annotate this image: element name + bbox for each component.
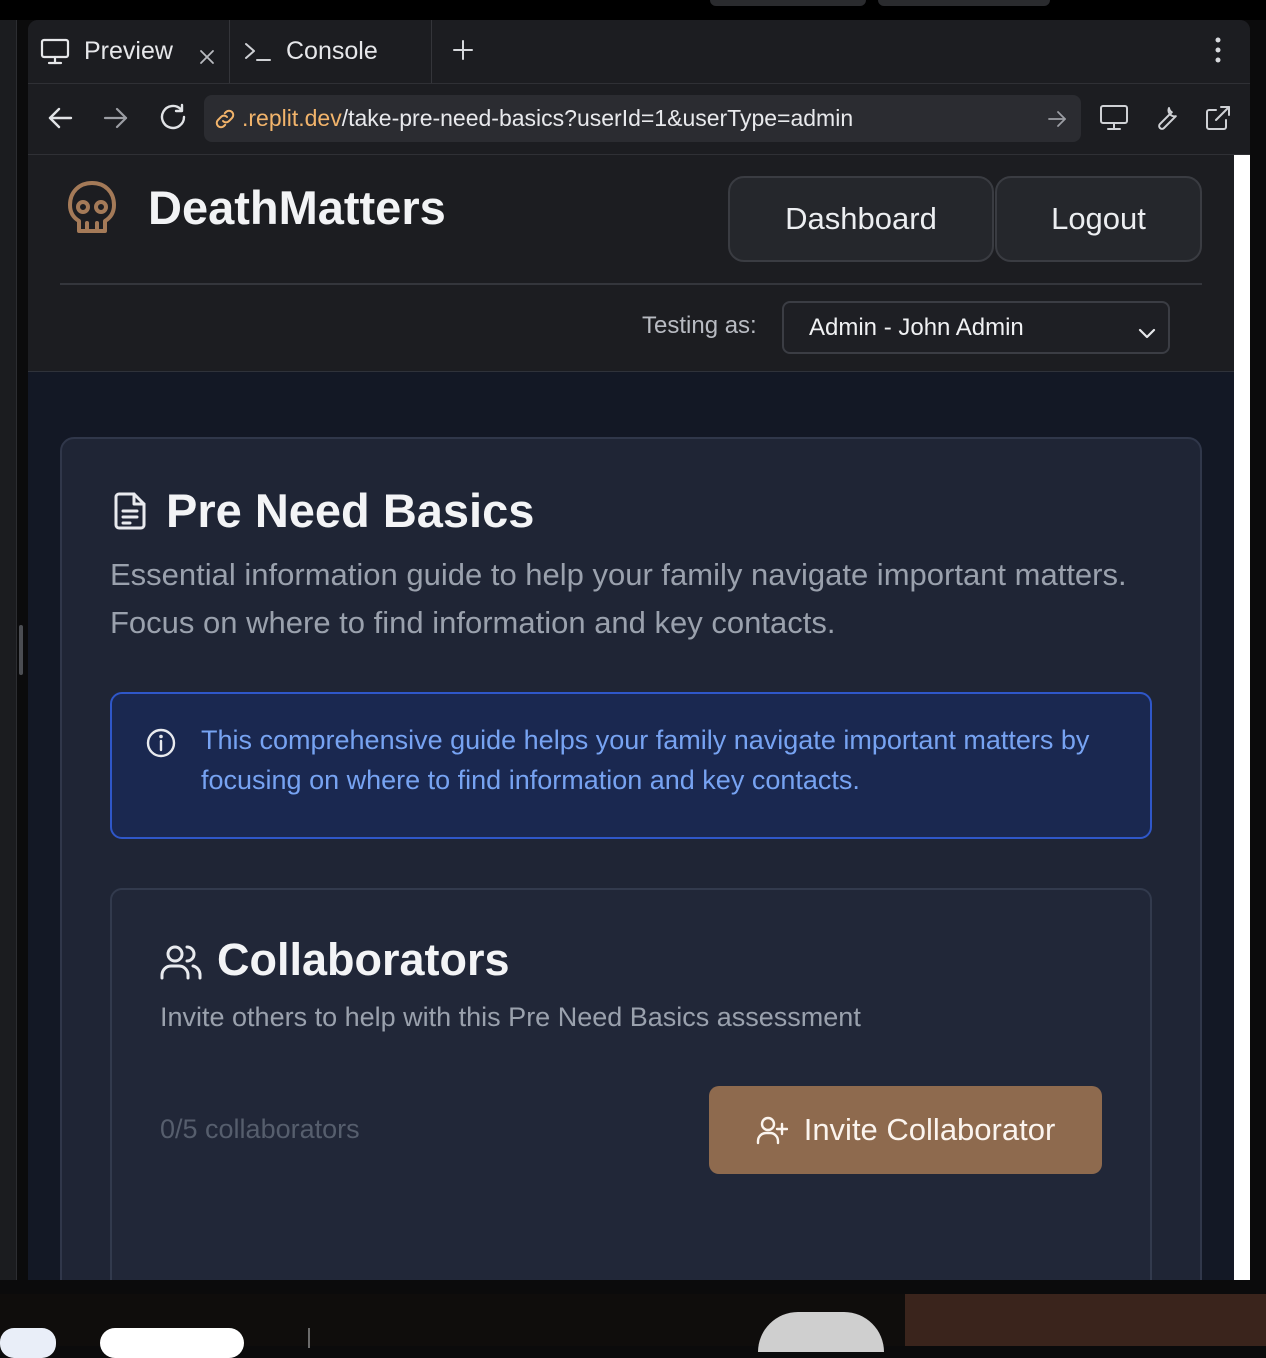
app-header: DeathMatters Dashboard Logout Testing as… bbox=[28, 155, 1234, 372]
test-user-select[interactable]: Admin - John Admin bbox=[782, 301, 1170, 354]
dashboard-button[interactable]: Dashboard bbox=[728, 176, 994, 262]
info-icon bbox=[145, 727, 177, 764]
reload-icon bbox=[158, 102, 188, 137]
pre-need-basics-card: Pre Need Basics Essential information gu… bbox=[60, 437, 1202, 1280]
more-vertical-icon bbox=[1215, 37, 1221, 68]
desktop-pill bbox=[878, 0, 1050, 6]
invite-collaborator-label: Invite Collaborator bbox=[803, 1112, 1056, 1147]
desktop-pill bbox=[710, 0, 866, 6]
page-description: Essential information guide to help your… bbox=[110, 557, 1127, 640]
arrow-right-icon bbox=[103, 106, 129, 135]
user-plus-icon bbox=[756, 1115, 788, 1145]
info-text: This comprehensive guide helps your fami… bbox=[201, 725, 1090, 795]
plus-icon bbox=[452, 39, 474, 66]
tab-console-label: Console bbox=[286, 37, 378, 65]
back-button[interactable] bbox=[44, 104, 76, 136]
trash-icon[interactable] bbox=[758, 1312, 884, 1352]
chevron-down-icon bbox=[1138, 319, 1156, 347]
forward-button[interactable] bbox=[100, 104, 132, 136]
external-link-icon bbox=[1204, 104, 1232, 137]
preview-viewport: DeathMatters Dashboard Logout Testing as… bbox=[28, 155, 1234, 1280]
viewport-scrollbar[interactable] bbox=[1234, 155, 1250, 1280]
go-arrow-icon[interactable] bbox=[1047, 108, 1067, 135]
users-icon bbox=[160, 942, 202, 987]
monitor-icon bbox=[40, 38, 70, 73]
tab-preview[interactable]: Preview bbox=[28, 20, 228, 83]
url-field[interactable]: .replit.dev/take-pre-need-basics?userId=… bbox=[204, 95, 1081, 142]
dock-item[interactable] bbox=[100, 1328, 244, 1358]
collaborators-section: Collaborators Invite others to help with… bbox=[110, 888, 1152, 1280]
collaborators-title: Collaborators bbox=[217, 934, 510, 985]
logout-button[interactable]: Logout bbox=[995, 176, 1202, 262]
dock-item[interactable] bbox=[0, 1328, 56, 1358]
brand-title[interactable]: DeathMatters bbox=[148, 180, 446, 235]
collaborators-count: 0/5 collaborators bbox=[160, 1114, 360, 1144]
skull-icon bbox=[64, 179, 120, 244]
info-alert: This comprehensive guide helps your fami… bbox=[110, 692, 1152, 839]
arrow-left-icon bbox=[47, 106, 73, 135]
wrench-icon bbox=[1152, 104, 1180, 137]
url-host: .replit.dev bbox=[242, 105, 342, 131]
document-icon bbox=[112, 491, 148, 536]
tab-divider bbox=[431, 20, 432, 83]
devtools-button[interactable] bbox=[1150, 104, 1182, 136]
dock-separator bbox=[308, 1328, 310, 1348]
address-bar: .replit.dev/take-pre-need-basics?userId=… bbox=[28, 84, 1250, 155]
reload-button[interactable] bbox=[156, 102, 190, 136]
open-new-window-button[interactable] bbox=[1202, 104, 1234, 136]
testing-as-label: Testing as: bbox=[642, 312, 757, 339]
tab-bar: Preview Console bbox=[28, 20, 1250, 84]
device-view-button[interactable] bbox=[1098, 104, 1130, 136]
new-tab-button[interactable] bbox=[448, 37, 478, 67]
tab-console[interactable]: Console bbox=[230, 20, 430, 83]
collaborators-description: Invite others to help with this Pre Need… bbox=[160, 1002, 861, 1032]
header-divider bbox=[60, 283, 1202, 285]
invite-collaborator-button[interactable]: Invite Collaborator bbox=[709, 1086, 1102, 1174]
panel-resize-handle[interactable] bbox=[19, 625, 23, 675]
test-user-value: Admin - John Admin bbox=[809, 313, 1024, 341]
left-panel-edge bbox=[0, 20, 17, 1280]
more-menu-button[interactable] bbox=[1203, 36, 1233, 68]
link-icon bbox=[214, 108, 236, 130]
browser-window: Preview Console .replit.dev /take-pre-ne… bbox=[28, 20, 1250, 1280]
tab-preview-label: Preview bbox=[84, 37, 173, 65]
desktop-dock bbox=[0, 1294, 1266, 1358]
page-title: Pre Need Basics bbox=[166, 484, 535, 537]
monitor-icon bbox=[1099, 104, 1129, 137]
close-icon[interactable] bbox=[199, 43, 215, 72]
terminal-icon bbox=[244, 40, 272, 71]
url-path: /take-pre-need-basics?userId=1&userType=… bbox=[341, 105, 854, 131]
desktop-top-bar bbox=[0, 0, 1266, 20]
dock-edge bbox=[905, 1294, 1266, 1346]
